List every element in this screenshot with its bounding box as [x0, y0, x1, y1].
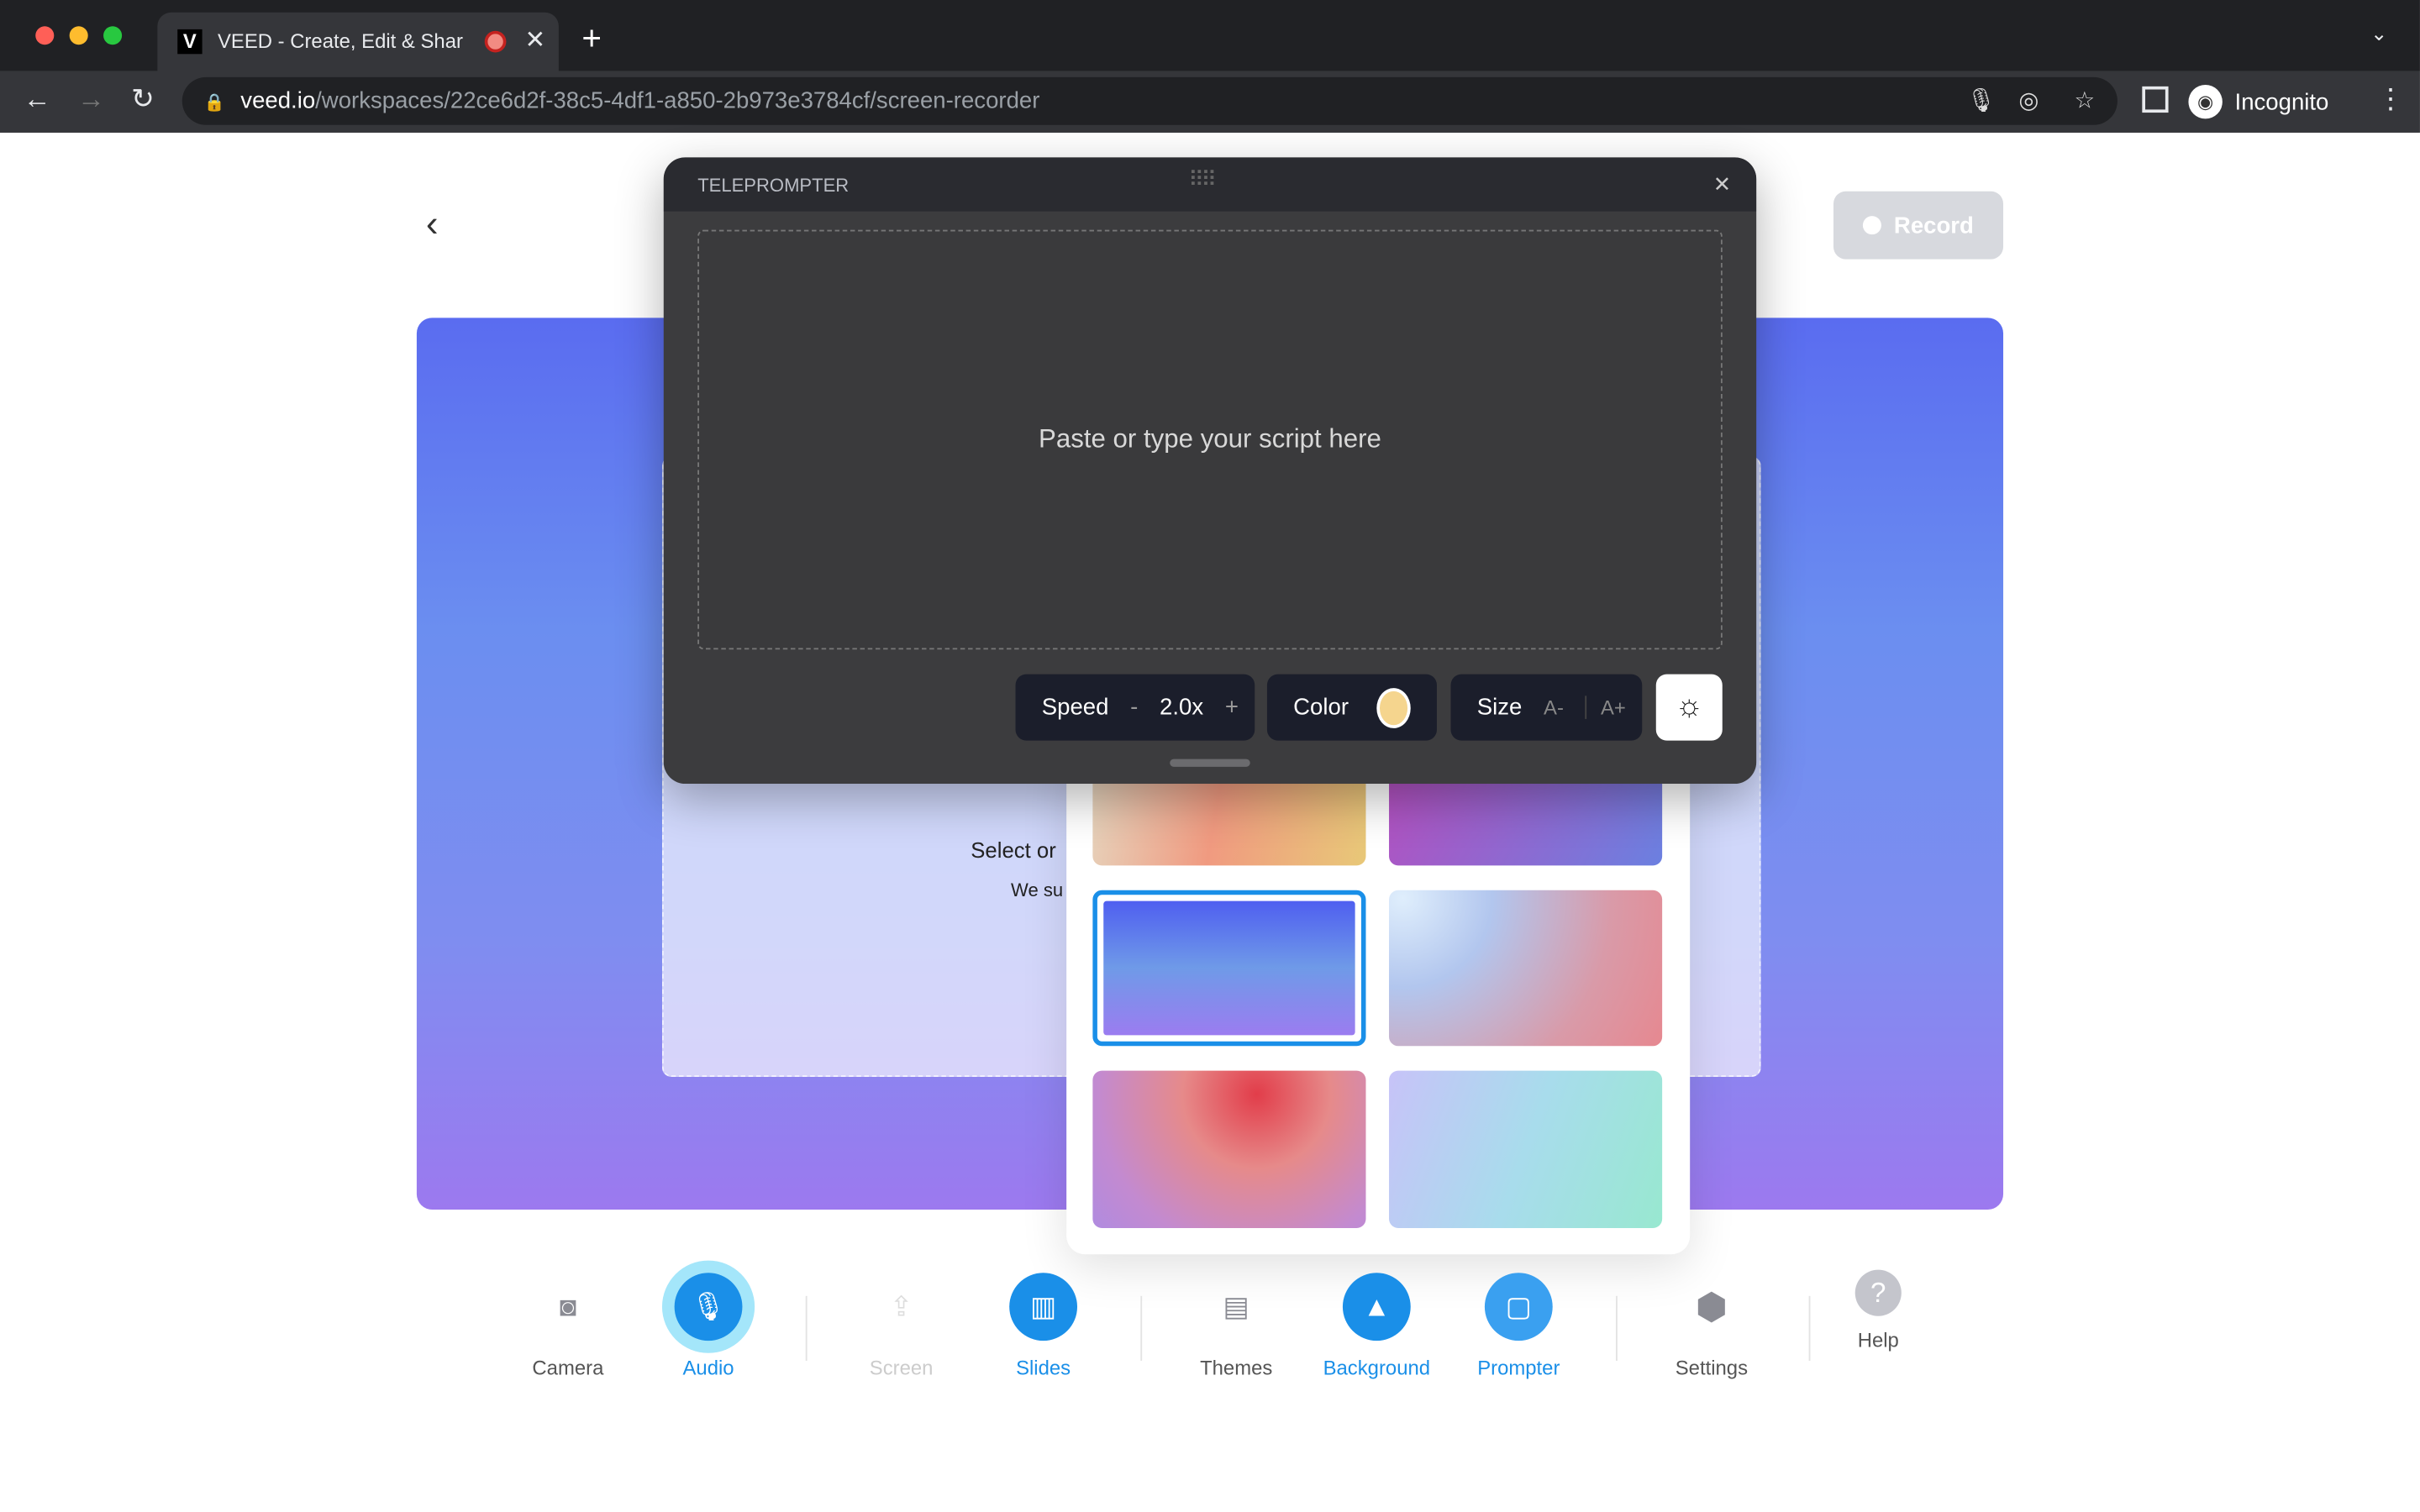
- background-swatch[interactable]: [1092, 1070, 1366, 1229]
- incognito-icon: ◉: [2188, 85, 2223, 119]
- background-swatch-selected[interactable]: [1092, 890, 1366, 1047]
- veed-favicon: V: [177, 29, 203, 55]
- menu-icon[interactable]: ⋮: [2377, 83, 2405, 116]
- browser-tab[interactable]: V VEED - Create, Edit & Shar ✕: [157, 12, 559, 71]
- gear-icon: ⬢: [1695, 1285, 1728, 1328]
- size-label: Size: [1476, 694, 1523, 721]
- teleprompter-window: TELEPROMPTER ⠿⠿ ✕ Paste or type your scr…: [663, 157, 1757, 785]
- script-placeholder: Paste or type your script here: [1039, 424, 1381, 454]
- reload-icon[interactable]: ↻: [131, 83, 155, 116]
- back-icon[interactable]: ←: [24, 83, 51, 116]
- toolbar-help[interactable]: ? Help: [1809, 1259, 1948, 1352]
- toolbar-settings[interactable]: ⬢ Settings: [1642, 1262, 1781, 1379]
- toolbar-screen: ⇪ Screen: [832, 1262, 971, 1379]
- profile-label: Incognito: [2234, 88, 2329, 115]
- drag-handle-icon[interactable]: ⠿⠿: [1188, 166, 1217, 192]
- incognito-profile[interactable]: ◉ Incognito: [2188, 79, 2328, 125]
- tab-search-icon[interactable]: ⌄: [2370, 22, 2387, 46]
- prompter-icon: ▢: [1484, 1273, 1553, 1341]
- color-label: Color: [1293, 694, 1349, 721]
- size-decrease-button[interactable]: A-: [1544, 696, 1564, 719]
- toolbar-label: Screen: [869, 1356, 934, 1380]
- source-hint-text: We su: [1011, 879, 1064, 901]
- background-swatch[interactable]: [1389, 1070, 1663, 1229]
- background-picker: [1066, 740, 1691, 1255]
- resize-handle[interactable]: [1170, 759, 1250, 767]
- help-icon: ?: [1854, 1269, 1902, 1316]
- background-swatch[interactable]: [1092, 771, 1366, 866]
- background-swatch[interactable]: [1389, 890, 1663, 1047]
- image-icon: ▲: [1342, 1273, 1411, 1341]
- toolbar-label: Camera: [532, 1356, 604, 1380]
- eye-off-icon[interactable]: ◎: [2018, 77, 2039, 125]
- toolbar-label: Prompter: [1477, 1356, 1560, 1380]
- speed-decrease-button[interactable]: -: [1130, 695, 1138, 721]
- size-increase-button[interactable]: A+: [1585, 696, 1626, 719]
- script-input[interactable]: Paste or type your script here: [697, 229, 1723, 650]
- speed-label: Speed: [1041, 694, 1109, 721]
- toolbar-label: Slides: [1016, 1356, 1071, 1380]
- url-field[interactable]: 🔒 veed.io/workspaces/22ce6d2f-38c5-4df1-…: [182, 76, 2118, 125]
- lock-icon: 🔒: [203, 94, 225, 113]
- toolbar-divider: [1616, 1295, 1618, 1361]
- toolbar-background[interactable]: ▲ Background: [1307, 1262, 1446, 1379]
- browser-tab-bar: V VEED - Create, Edit & Shar ✕ + ⌄: [0, 0, 2420, 71]
- speed-value: 2.0x: [1160, 694, 1204, 721]
- minimize-window-button[interactable]: [69, 26, 88, 45]
- url-path: /workspaces/22ce6d2f-38c5-4df1-a850-2b97…: [315, 87, 1040, 114]
- forward-icon[interactable]: →: [77, 83, 105, 116]
- url-domain: veed.io: [240, 87, 316, 114]
- recording-icon: [484, 30, 507, 53]
- back-chevron-icon[interactable]: ‹: [426, 203, 439, 246]
- address-bar-row: ← → ↻ 🔒 veed.io/workspaces/22ce6d2f-38c5…: [0, 71, 2420, 133]
- size-control: Size A- A+: [1450, 674, 1643, 741]
- bookmark-star-icon[interactable]: ☆: [2075, 77, 2096, 125]
- toolbar-prompter[interactable]: ▢ Prompter: [1449, 1262, 1588, 1379]
- close-window-button[interactable]: [35, 26, 55, 45]
- color-swatch-button[interactable]: [1376, 687, 1411, 728]
- microphone-icon: 🎙: [674, 1273, 743, 1341]
- tab-title: VEED - Create, Edit & Shar: [217, 29, 463, 53]
- toolbar-slides[interactable]: ▥ Slides: [974, 1262, 1113, 1379]
- close-icon[interactable]: ✕: [1713, 171, 1732, 197]
- background-swatch[interactable]: [1389, 771, 1663, 866]
- themes-icon: ▤: [1223, 1290, 1249, 1322]
- toolbar-label: Settings: [1675, 1356, 1749, 1380]
- speed-increase-button[interactable]: +: [1225, 695, 1239, 721]
- camera-icon: ◙: [559, 1290, 576, 1322]
- teleprompter-title: TELEPROMPTER: [697, 174, 850, 197]
- toolbar-themes[interactable]: ▤ Themes: [1167, 1262, 1306, 1379]
- toolbar-divider: [1140, 1295, 1143, 1361]
- maximize-window-button[interactable]: [103, 26, 123, 45]
- record-dot-icon: [1863, 216, 1882, 235]
- toolbar-divider: [805, 1295, 808, 1361]
- toolbar-audio[interactable]: 🎙 Audio: [639, 1262, 777, 1379]
- side-panel-icon[interactable]: [2142, 86, 2169, 113]
- speed-control: Speed - 2.0x +: [1015, 674, 1255, 741]
- new-tab-button[interactable]: +: [581, 18, 602, 59]
- toolbar-label: Background: [1323, 1356, 1431, 1380]
- toolbar-label: Help: [1857, 1328, 1899, 1352]
- toolbar-label: Audio: [682, 1356, 734, 1380]
- teleprompter-header[interactable]: TELEPROMPTER ⠿⠿ ✕: [663, 157, 1757, 212]
- record-label: Record: [1893, 212, 1974, 239]
- screen-share-icon: ⇪: [889, 1290, 913, 1322]
- slides-icon: ▥: [1009, 1273, 1078, 1341]
- microphone-icon[interactable]: 🎙: [1966, 77, 1996, 125]
- color-control: Color: [1266, 674, 1437, 741]
- toolbar-label: Themes: [1200, 1356, 1273, 1380]
- record-button[interactable]: Record: [1833, 191, 2004, 260]
- close-tab-icon[interactable]: ✕: [524, 24, 545, 55]
- brightness-toggle-icon[interactable]: ☼: [1655, 674, 1723, 741]
- toolbar-camera[interactable]: ◙ Camera: [498, 1262, 637, 1379]
- select-source-text: Select or: [971, 837, 1056, 863]
